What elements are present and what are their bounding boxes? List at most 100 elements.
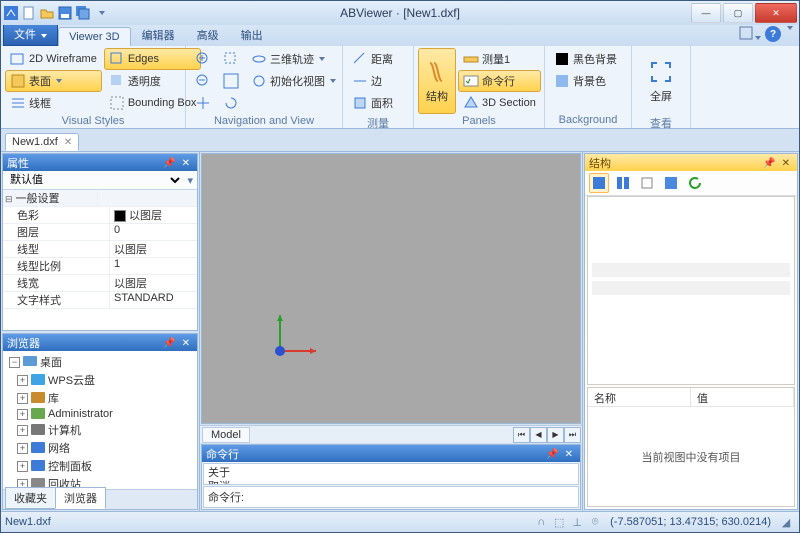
pin-icon[interactable]: 📌 — [543, 449, 561, 460]
tab-advanced[interactable]: 高级 — [186, 23, 230, 46]
close-tab-icon[interactable]: ✕ — [64, 137, 72, 148]
save-all-icon[interactable] — [75, 5, 91, 21]
tree-item[interactable]: +控制面板 — [13, 457, 195, 475]
expand-icon[interactable]: + — [17, 443, 28, 454]
help-icon[interactable]: ? — [765, 26, 781, 42]
tab-favorites[interactable]: 收藏夹 — [5, 487, 56, 509]
viewport[interactable] — [201, 153, 581, 424]
btn-3dsection[interactable]: 3D Section — [458, 92, 541, 114]
tree-item[interactable]: +WPS云盘 — [13, 371, 195, 389]
struct-view1-icon[interactable] — [589, 173, 609, 193]
status-filename: New1.dxf — [5, 516, 51, 528]
btn-structure[interactable]: 结构 — [418, 48, 456, 114]
prop-row[interactable]: 色彩以图层 — [3, 207, 197, 224]
close-panel-icon[interactable]: ✕ — [179, 158, 193, 169]
prop-row[interactable]: 线型以图层 — [3, 241, 197, 258]
btn-orbit3d[interactable]: 三维轨迹 — [246, 48, 341, 70]
prop-row[interactable]: 文字样式STANDARD — [3, 292, 197, 309]
expand-icon[interactable]: + — [17, 409, 28, 420]
expand-icon[interactable]: + — [17, 393, 28, 404]
ribbon-menu-icon[interactable] — [739, 26, 761, 43]
statusbar: New1.dxf ∩ ⬚ ⊥ ⌾ (-7.587051; 13.47315; 6… — [1, 511, 799, 532]
structure-list[interactable] — [587, 196, 795, 385]
command-input[interactable] — [248, 489, 578, 505]
prop-category[interactable]: 一般设置 — [3, 190, 197, 207]
expand-icon[interactable]: + — [17, 425, 28, 436]
struct-view2-icon[interactable] — [613, 173, 633, 193]
close-panel-icon[interactable]: ✕ — [562, 449, 576, 460]
scroll-first-icon[interactable]: ⏮ — [513, 427, 530, 443]
prop-row[interactable]: 线宽以图层 — [3, 275, 197, 292]
btn-edge[interactable]: 边 — [347, 70, 398, 92]
tab-browser[interactable]: 浏览器 — [55, 487, 106, 509]
edges-icon — [109, 51, 125, 67]
tab-file[interactable]: 文件 — [3, 22, 58, 46]
dropdown-icon[interactable] — [93, 5, 109, 21]
obj-snap-icon[interactable]: ⌾ — [587, 514, 603, 530]
scroll-last-icon[interactable]: ⏭ — [564, 427, 581, 443]
btn-surface[interactable]: 表面 — [5, 70, 102, 92]
btn-pan[interactable] — [190, 92, 216, 114]
btn-fullscreen[interactable]: 全屏 — [636, 48, 686, 114]
tree-item[interactable]: +网络 — [13, 439, 195, 457]
close-panel-icon[interactable]: ✕ — [179, 338, 193, 349]
tab-editor[interactable]: 编辑器 — [131, 23, 186, 46]
details-empty: 当前视图中没有项目 — [588, 407, 794, 506]
new-icon[interactable] — [21, 5, 37, 21]
tree-item[interactable]: +计算机 — [13, 421, 195, 439]
btn-zoom-in[interactable] — [190, 48, 216, 70]
btn-zoom-extents[interactable] — [218, 70, 244, 92]
expand-icon[interactable]: + — [17, 461, 28, 472]
btn-zoom-window[interactable] — [218, 48, 244, 70]
col-name[interactable]: 名称 — [588, 388, 691, 406]
save-icon[interactable] — [57, 5, 73, 21]
pin-icon[interactable]: 📌 — [160, 338, 178, 349]
btn-distance[interactable]: 距离 — [347, 48, 398, 70]
window-controls: — ▢ ✕ — [689, 3, 797, 23]
btn-bg-color[interactable]: 背景色 — [549, 70, 622, 92]
collapse-icon[interactable]: − — [9, 357, 20, 368]
tree-root[interactable]: −桌面 — [5, 353, 195, 371]
tab-output[interactable]: 输出 — [230, 23, 274, 46]
btn-black-bg[interactable]: 黑色背景 — [549, 48, 622, 70]
open-icon[interactable] — [39, 5, 55, 21]
btn-area[interactable]: 面积 — [347, 92, 398, 114]
ortho-icon[interactable]: ⬚ — [551, 514, 567, 530]
app-icon[interactable] — [3, 5, 19, 21]
model-tab[interactable]: Model — [202, 427, 250, 443]
btn-2d-wireframe[interactable]: 2D Wireframe — [5, 48, 102, 70]
pin-icon[interactable]: 📌 — [760, 158, 778, 169]
btn-cmdline[interactable]: 命令行 — [458, 70, 541, 92]
btn-zoom-out[interactable] — [190, 70, 216, 92]
preset-more-icon[interactable]: ▾ — [183, 174, 197, 187]
struct-refresh-icon[interactable] — [685, 173, 705, 193]
preset-select[interactable]: 默认值 — [3, 173, 183, 187]
struct-save-icon[interactable] — [661, 173, 681, 193]
distance-icon — [352, 51, 368, 67]
tab-viewer3d[interactable]: Viewer 3D — [58, 27, 131, 46]
tree-item[interactable]: +库 — [13, 389, 195, 407]
pin-icon[interactable]: 📌 — [160, 158, 178, 169]
btn-init-view[interactable]: 初始化视图 — [246, 70, 341, 92]
surface-icon — [10, 73, 26, 89]
perp-icon[interactable]: ⊥ — [569, 514, 585, 530]
btn-rotate[interactable] — [218, 92, 244, 114]
scroll-prev-icon[interactable]: ◀ — [530, 427, 547, 443]
section-icon — [463, 95, 479, 111]
btn-wire[interactable]: 线框 — [5, 92, 102, 114]
close-panel-icon[interactable]: ✕ — [779, 158, 793, 169]
minimize-button[interactable]: — — [691, 3, 721, 23]
expand-icon[interactable]: + — [17, 375, 28, 386]
snap-icon[interactable]: ∩ — [533, 514, 549, 530]
btn-measure1[interactable]: 测量1 — [458, 48, 541, 70]
prop-row[interactable]: 图层0 — [3, 224, 197, 241]
col-value[interactable]: 值 — [691, 388, 794, 406]
resize-grip-icon[interactable]: ◢ — [778, 514, 794, 530]
maximize-button[interactable]: ▢ — [723, 3, 753, 23]
struct-collapse-icon[interactable] — [637, 173, 657, 193]
document-tab[interactable]: New1.dxf✕ — [5, 133, 79, 151]
tree-item[interactable]: +Administrator — [13, 407, 195, 421]
scroll-next-icon[interactable]: ▶ — [547, 427, 564, 443]
close-button[interactable]: ✕ — [755, 3, 797, 23]
prop-row[interactable]: 线型比例1 — [3, 258, 197, 275]
